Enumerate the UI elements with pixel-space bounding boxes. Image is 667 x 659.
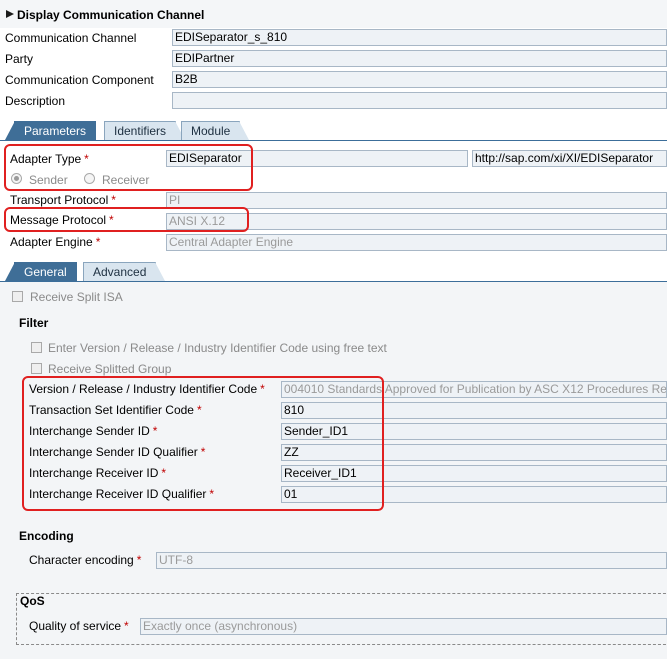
receive-splitted-group-checkbox[interactable] [31,363,42,374]
page-title: Display Communication Channel [17,8,205,22]
quality-of-service-field[interactable]: Exactly once (asynchronous) [140,618,667,635]
communication-component-field[interactable]: B2B [172,71,667,88]
tab-advanced[interactable]: Advanced [83,262,166,281]
receive-splitted-group-label: Receive Splitted Group [48,362,172,376]
party-label: Party [5,52,34,66]
receive-split-isa-checkbox[interactable] [12,291,23,302]
qos-section-title: QoS [18,594,47,608]
tab-general[interactable]: General [5,262,77,281]
character-encoding-field[interactable]: UTF-8 [156,552,667,569]
communication-channel-field[interactable]: EDISeparator_s_810 [172,29,667,46]
adapter-type-highlight [4,144,253,191]
description-label: Description [5,94,66,108]
adapter-engine-label: Adapter Engine * [10,235,101,249]
communication-component-label: Communication Component [5,73,154,87]
party-field[interactable]: EDIPartner [172,50,667,67]
adapter-namespace-field[interactable]: http://sap.com/xi/XI/EDISeparator [472,150,667,167]
main-tab-underline [0,140,667,141]
receive-split-isa-label: Receive Split ISA [30,290,123,304]
tab-parameters[interactable]: Parameters [4,121,97,140]
communication-channel-label: Communication Channel [5,31,137,45]
display-mode-icon [6,10,14,18]
free-text-checkbox-label: Enter Version / Release / Industry Ident… [48,341,387,355]
message-protocol-highlight [4,207,249,232]
transport-protocol-label: Transport Protocol * [10,193,116,207]
tab-identifiers[interactable]: Identifiers [104,121,186,140]
encoding-section-title: Encoding [19,529,74,543]
free-text-checkbox[interactable] [31,342,42,353]
description-field[interactable] [172,92,667,109]
filter-fields-highlight [22,376,384,511]
quality-of-service-label: Quality of service * [29,619,129,633]
filter-section-title: Filter [19,316,49,330]
adapter-engine-field[interactable]: Central Adapter Engine [166,234,667,251]
character-encoding-label: Character encoding * [29,553,142,567]
tab-module[interactable]: Module [181,121,250,140]
